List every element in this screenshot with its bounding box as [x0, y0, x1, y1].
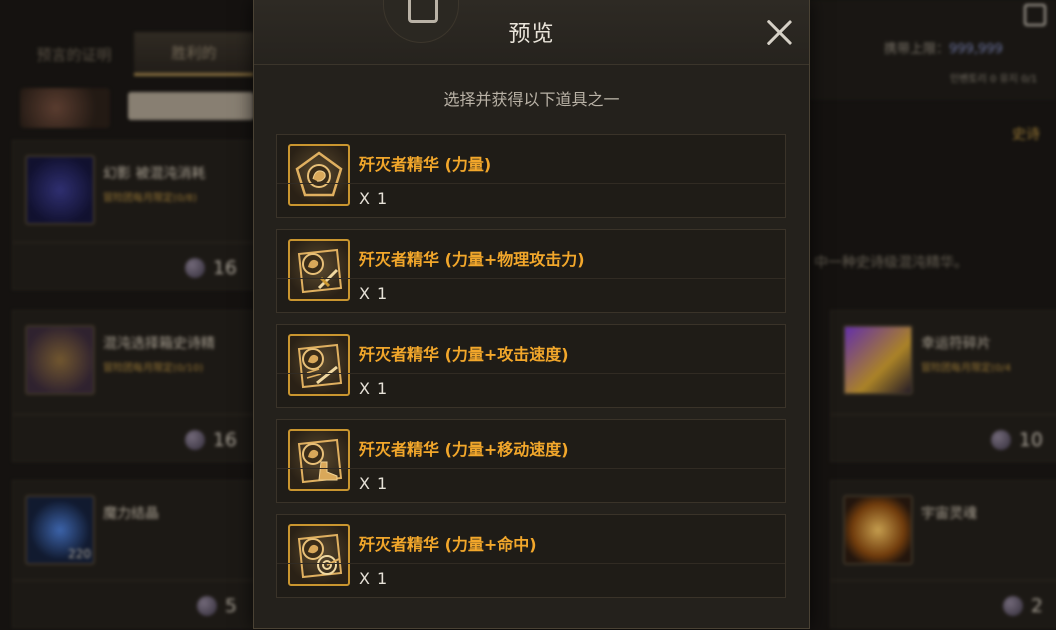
item-list: 歼灭者精华 (力量) X 1 歼灭者精华 (力量+物理攻击力) X 1 歼灭者精… — [276, 134, 788, 609]
list-item[interactable]: 歼灭者精华 (力量+命中) X 1 — [276, 514, 786, 598]
item-name: 歼灭者精华 (力量+攻击速度) — [359, 345, 569, 364]
item-quantity: X 1 — [359, 284, 389, 303]
item-quantity: X 1 — [359, 189, 389, 208]
item-name: 歼灭者精华 (力量+命中) — [359, 535, 537, 554]
item-name: 歼灭者精华 (力量+移动速度) — [359, 440, 569, 459]
essence-speed-sword-icon — [288, 334, 350, 396]
dialog-subtitle: 选择并获得以下道具之一 — [443, 90, 620, 109]
essence-pentagon-icon — [288, 144, 350, 206]
item-name: 歼灭者精华 (力量) — [359, 155, 492, 174]
item-name: 歼灭者精华 (力量+物理攻击力) — [359, 250, 585, 269]
dialog-title: 预览 — [508, 22, 555, 47]
item-quantity: X 1 — [359, 569, 389, 588]
dialog-header: 预览 — [254, 0, 809, 65]
list-item[interactable]: 歼灭者精华 (力量+攻击速度) X 1 — [276, 324, 786, 408]
essence-sword-icon — [288, 239, 350, 301]
item-quantity: X 1 — [359, 379, 389, 398]
essence-boot-icon — [288, 429, 350, 491]
preview-dialog: 预览 选择并获得以下道具之一 歼灭者精华 (力量) X 1 歼灭者精华 (力量+… — [253, 0, 810, 629]
essence-target-icon — [288, 524, 350, 586]
list-item[interactable]: 歼灭者精华 (力量+移动速度) X 1 — [276, 419, 786, 503]
list-item[interactable]: 歼灭者精华 (力量+物理攻击力) X 1 — [276, 229, 786, 313]
item-quantity: X 1 — [359, 474, 389, 493]
close-button[interactable] — [763, 16, 795, 48]
list-item[interactable]: 歼灭者精华 (力量) X 1 — [276, 134, 786, 218]
